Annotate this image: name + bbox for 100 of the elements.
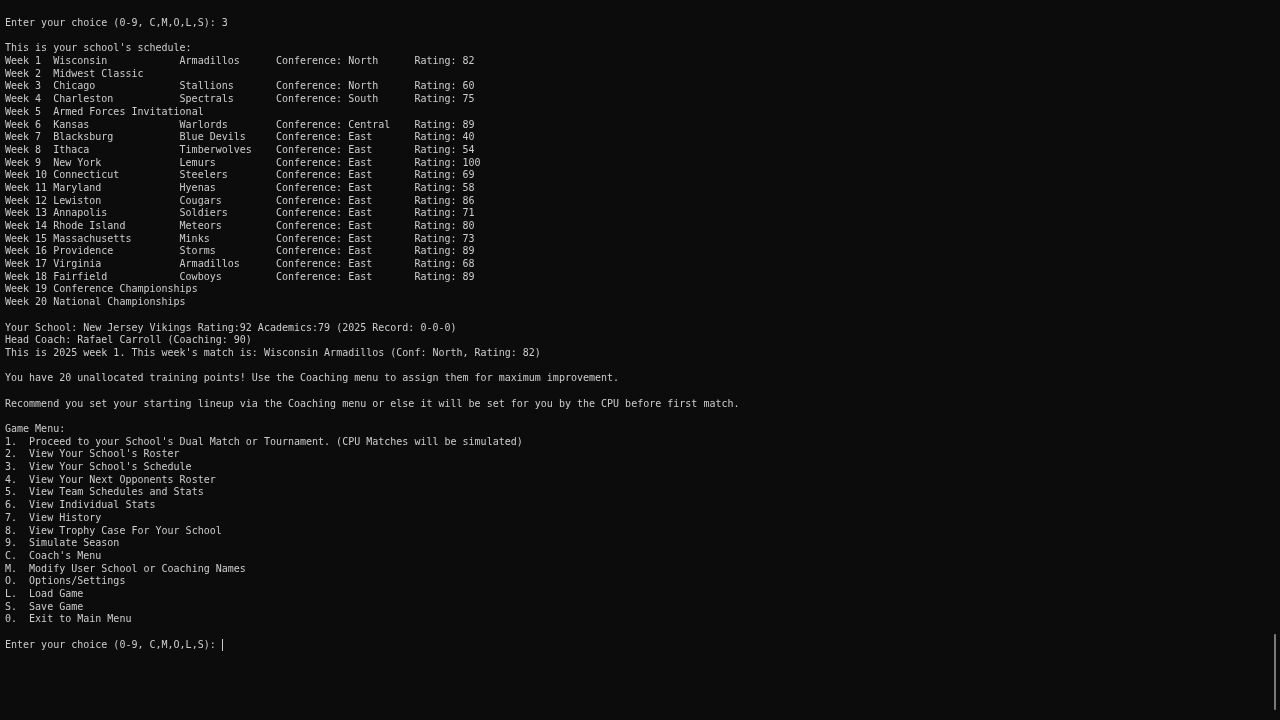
conference-text: Conference: East (275, 258, 374, 271)
mascot-name: Steelers (179, 169, 229, 182)
menu-option: View Your Next Opponents Roster (29, 473, 216, 487)
menu-option: Options/Settings (29, 575, 126, 588)
info-line: Head Coach: Rafael Carroll (Coaching: 90) (5, 334, 252, 347)
info-line: This is 2025 week 1. This week's match is: Wisconsin Armadillos (Conf: North, Rating: 82) (5, 346, 541, 360)
rating-text: Rating: 54 (414, 143, 475, 157)
event-name: Conference Championships (53, 283, 198, 297)
school-name: Wisconsin (53, 55, 109, 68)
conference-text: Conference: East (275, 232, 374, 246)
week-label: Week 14 (5, 220, 49, 233)
schedule-heading: This is your school's schedule: (5, 42, 192, 56)
menu-option: View Team Schedules and Stats (29, 486, 204, 500)
text-cursor (221, 639, 223, 652)
week-label: Week 8 (5, 143, 43, 157)
conference-text: Conference: Central (275, 118, 392, 132)
menu-option: View Individual Stats (29, 499, 156, 512)
menu-option: View Trophy Case For Your School (29, 524, 222, 538)
week-label: Week 6 (5, 118, 43, 132)
mascot-name: Hyenas (179, 181, 217, 195)
menu-option: Load Game (29, 587, 84, 601)
week-label: Week 11 (5, 181, 49, 195)
conference-text: Conference: East (275, 156, 374, 170)
rating-text: Rating: 73 (414, 232, 475, 246)
school-name: New York (53, 156, 103, 170)
week-label: Week 2 (5, 67, 43, 81)
menu-key: S. (5, 600, 30, 614)
week-label: Week 4 (5, 93, 43, 106)
school-name: Virginia (53, 258, 103, 271)
week-label: Week 1 (5, 55, 43, 68)
scrollbar-thumb[interactable] (1274, 634, 1276, 710)
info-line: Your School: New Jersey Vikings Rating:92 Academics:79 (2025 Record: 0-0-0) (5, 321, 457, 335)
notice-text: You have 20 unallocated training points! Use the Coaching menu to assign them for maximum improvement. (5, 372, 620, 385)
week-label: Week 13 (5, 207, 49, 220)
menu-option: View Your School's Roster (29, 448, 180, 462)
event-name: National Championships (53, 296, 186, 309)
school-name: Connecticut (53, 169, 121, 182)
week-label: Week 16 (5, 245, 49, 259)
school-name: Rhode Island (53, 220, 127, 233)
conference-text: Conference: East (275, 220, 374, 233)
menu-key: 8. (5, 524, 30, 538)
rating-text: Rating: 89 (414, 118, 475, 132)
school-name: Providence (53, 245, 115, 259)
mascot-name: Lemurs (179, 156, 217, 170)
menu-key: C. (5, 549, 30, 563)
school-name: Lewiston (53, 194, 103, 208)
mascot-name: Spectrals (179, 93, 235, 106)
menu-option: View History (29, 511, 102, 525)
conference-text: Conference: East (275, 143, 374, 157)
menu-key: 9. (5, 537, 30, 550)
week-label: Week 3 (5, 80, 43, 94)
rating-text: Rating: 40 (414, 131, 475, 144)
school-name: Charleston (53, 93, 115, 106)
menu-option: Coach's Menu (29, 549, 102, 563)
school-name: Fairfield (53, 270, 109, 284)
week-label: Week 7 (5, 131, 43, 144)
conference-text: Conference: East (275, 181, 374, 195)
mascot-name: Armadillos (179, 55, 241, 68)
mascot-name: Cowboys (179, 270, 223, 284)
prompt-text: Enter your choice (0-9, C,M,O,L,S): (5, 17, 216, 30)
rating-text: Rating: 71 (414, 207, 475, 220)
menu-key: 7. (5, 511, 30, 525)
menu-key: 0. (5, 613, 30, 626)
menu-title: Game Menu: (5, 423, 66, 436)
week-label: Week 17 (5, 258, 49, 271)
rating-text: Rating: 80 (414, 220, 475, 233)
week-label: Week 10 (5, 169, 49, 182)
school-name: Annapolis (53, 207, 109, 220)
mascot-name: Timberwolves (179, 143, 253, 157)
rating-text: Rating: 89 (414, 270, 475, 284)
conference-text: Conference: South (275, 93, 380, 106)
rating-text: Rating: 68 (414, 258, 475, 271)
school-name: Maryland (53, 181, 103, 195)
menu-key: 1. (5, 435, 30, 449)
menu-key: M. (5, 562, 30, 576)
prompt-text: Enter your choice (0-9, C,M,O,L,S): (5, 638, 216, 652)
rating-text: Rating: 69 (414, 169, 475, 182)
rating-text: Rating: 100 (414, 156, 481, 170)
notice-text: Recommend you set your starting lineup via the Coaching menu or else it will be set for you by the CPU before first match. (5, 397, 740, 411)
menu-option: View Your School's Schedule (29, 461, 192, 474)
menu-option: Proceed to your School's Dual Match or Tournament. (CPU Matches will be simulated) (29, 435, 523, 449)
week-label: Week 18 (5, 270, 49, 284)
week-label: Week 15 (5, 232, 49, 246)
rating-text: Rating: 82 (414, 55, 475, 68)
conference-text: Conference: East (275, 270, 374, 284)
mascot-name: Armadillos (179, 258, 241, 271)
mascot-name: Stallions (179, 80, 235, 94)
mascot-name: Blue Devils (179, 131, 247, 144)
conference-text: Conference: East (275, 194, 374, 208)
menu-option: Save Game (29, 600, 84, 614)
mascot-name: Minks (179, 232, 211, 246)
menu-key: L. (5, 587, 30, 601)
school-name: Kansas (53, 118, 91, 132)
week-label: Week 5 (5, 105, 43, 119)
school-name: Massachusetts (53, 232, 133, 246)
school-name: Blacksburg (53, 131, 115, 144)
rating-text: Rating: 58 (414, 181, 475, 195)
menu-option: Modify User School or Coaching Names (29, 562, 246, 576)
menu-key: 4. (5, 473, 30, 487)
rating-text: Rating: 60 (414, 80, 475, 94)
